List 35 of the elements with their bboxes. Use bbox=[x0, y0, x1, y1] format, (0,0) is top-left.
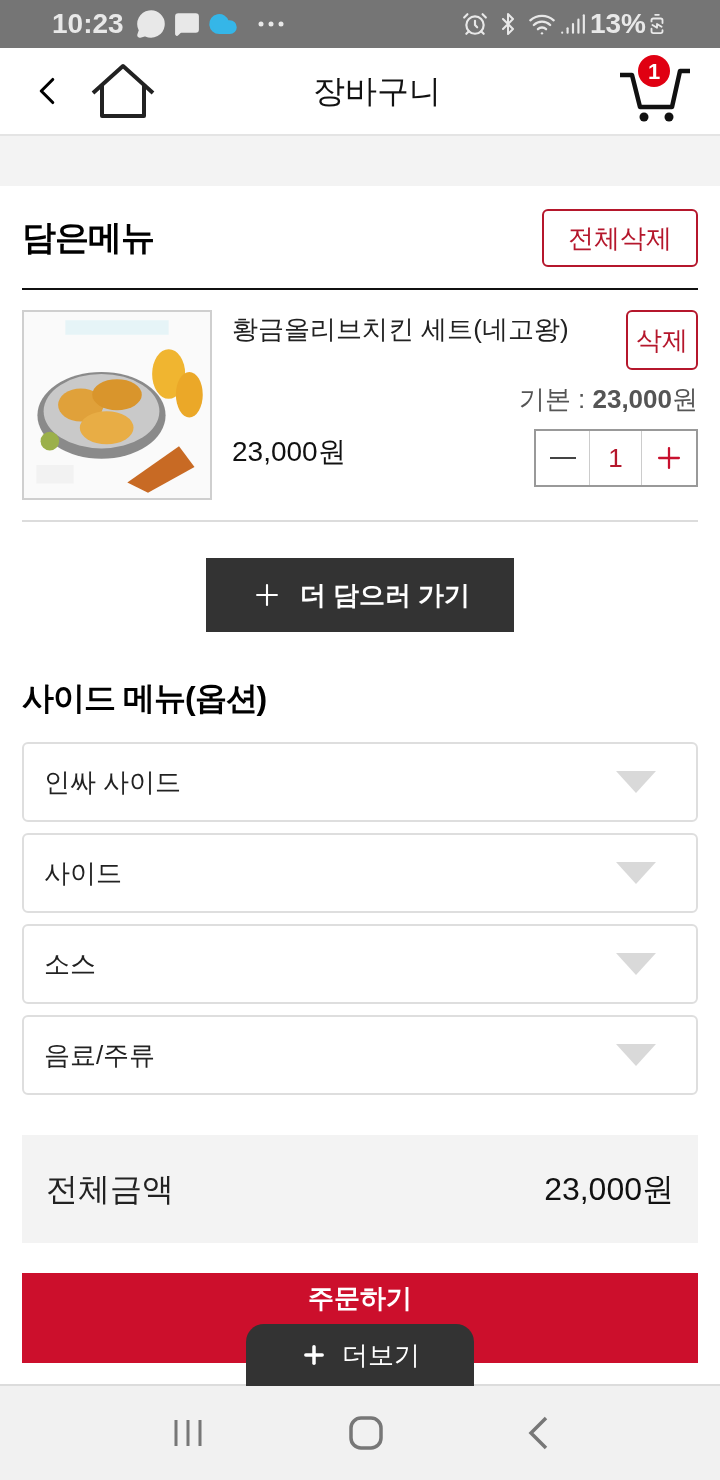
menu-item-name: 황금올리브치킨 세트(네고왕) bbox=[232, 313, 569, 346]
status-time: 10:23 bbox=[52, 7, 124, 41]
cart-count-badge: 1 bbox=[638, 55, 670, 87]
chat-bubble-icon bbox=[135, 9, 166, 39]
option-select[interactable]: 소스 bbox=[22, 924, 698, 1004]
back-nav-icon[interactable] bbox=[527, 1416, 548, 1450]
more-menu[interactable]: 더보기 bbox=[246, 1324, 474, 1386]
message-icon bbox=[173, 11, 200, 37]
alarm-icon bbox=[461, 11, 488, 37]
quantity-value: 1 bbox=[590, 431, 642, 485]
delete-all-button[interactable]: 전체삭제 bbox=[542, 209, 698, 267]
home-nav-icon[interactable] bbox=[349, 1416, 383, 1450]
minus-icon bbox=[549, 457, 576, 459]
item-price: 23,000원 bbox=[232, 435, 346, 469]
dropdown-caret-icon bbox=[616, 953, 656, 975]
total-amount: 23,000원 bbox=[544, 1170, 674, 1209]
more-dots-icon bbox=[257, 21, 284, 27]
delete-button[interactable]: 삭제 bbox=[626, 310, 698, 370]
option-select[interactable]: 음료/주류 bbox=[22, 1015, 698, 1095]
battery-percent: 13% bbox=[589, 7, 646, 41]
section-title: 사이드 메뉴(옵션) bbox=[22, 679, 268, 718]
base-price: 기본 : 23,000원 bbox=[518, 383, 698, 416]
option-select[interactable]: 인싸 사이드 bbox=[22, 742, 698, 822]
dropdown-caret-icon bbox=[616, 862, 656, 884]
dropdown-caret-icon bbox=[616, 771, 656, 793]
home-button[interactable] bbox=[90, 61, 156, 121]
section-title: 담은메뉴 bbox=[22, 216, 154, 258]
total-label: 전체금액 bbox=[46, 1170, 174, 1209]
dropdown-caret-icon bbox=[616, 1044, 656, 1066]
recent-apps-icon[interactable] bbox=[172, 1418, 205, 1448]
signal-icon bbox=[559, 11, 586, 37]
home-icon bbox=[90, 63, 156, 119]
option-select[interactable]: 사이드 bbox=[22, 833, 698, 913]
page-title: 장바구니 bbox=[313, 72, 441, 111]
add-more-button[interactable]: 더 담으러 가기 bbox=[206, 558, 514, 632]
